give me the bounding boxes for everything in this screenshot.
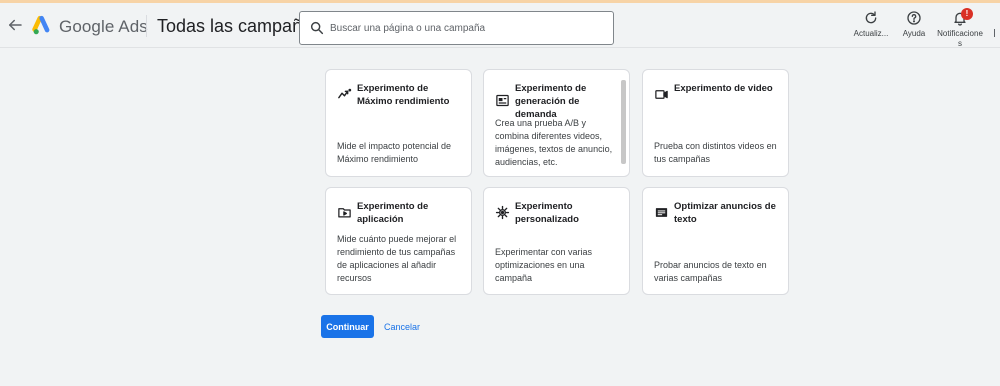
back-arrow-icon[interactable] [6,16,24,34]
ad-image-icon [496,94,509,107]
card-title: Optimizar anuncios de texto [674,201,776,225]
gear-icon [495,205,510,220]
notifications-label: Notificaciones [937,29,983,48]
help-button[interactable]: Ayuda [894,10,934,39]
card-description: Mide el impacto potencial de Máximo rend… [337,141,452,164]
header-divider [146,15,147,37]
brand-name: Google Ads [59,17,148,36]
refresh-label: Actualiz... [853,29,889,38]
search-box[interactable] [299,11,614,45]
notification-badge: ! [961,8,973,20]
trend-icon [338,88,352,99]
card-description: Probar anuncios de texto en varias campa… [654,260,767,283]
google-ads-logo-icon [32,15,50,35]
card-text-ads-optimization[interactable]: Optimizar anuncios de texto Probar anunc… [642,187,789,295]
card-description: Mide cuánto puede mejorar el rendimiento… [337,234,457,283]
clipped-edge-element [994,29,1000,37]
card-demand-gen-experiment[interactable]: Experimento de generación de demanda Cre… [483,69,630,177]
card-performance-max-experiment[interactable]: Experimento de Máximo rendimiento Mide e… [325,69,472,177]
app-folder-icon [338,208,351,218]
video-icon [655,90,668,99]
card-custom-experiment[interactable]: Experimento personalizado Experimentar c… [483,187,630,295]
card-title: Experimento personalizado [515,201,579,225]
search-input[interactable] [330,12,610,44]
card-title: Experimento de aplicación [357,201,429,225]
card-description: Prueba con distintos videos en tus campa… [654,141,777,164]
cancel-button[interactable]: Cancelar [379,315,425,338]
card-app-experiment[interactable]: Experimento de aplicación Mide cuánto pu… [325,187,472,295]
page-title: Todas las campañas [157,16,322,36]
text-ad-icon [655,208,668,217]
continue-button[interactable]: Continuar [321,315,374,338]
help-label: Ayuda [902,29,926,38]
card-title: Experimento de Máximo rendimiento [357,83,450,107]
search-icon [310,21,324,35]
card-scrollbar[interactable] [621,80,626,164]
refresh-icon [865,11,877,24]
help-icon [907,11,921,25]
notifications-button[interactable]: ! Notificaciones [936,8,984,49]
card-description: Experimentar con varias optimizaciones e… [495,247,593,283]
card-title: Experimento de generación de demanda [515,83,587,120]
refresh-button[interactable]: Actualiz... [850,10,892,39]
card-description: Crea una prueba A/B y combina diferentes… [495,118,613,167]
card-video-experiment[interactable]: Experimento de video Prueba con distinto… [642,69,789,177]
card-title: Experimento de video [674,83,773,94]
top-bar: Google Ads Todas las campañas Actualiz..… [0,3,1000,48]
